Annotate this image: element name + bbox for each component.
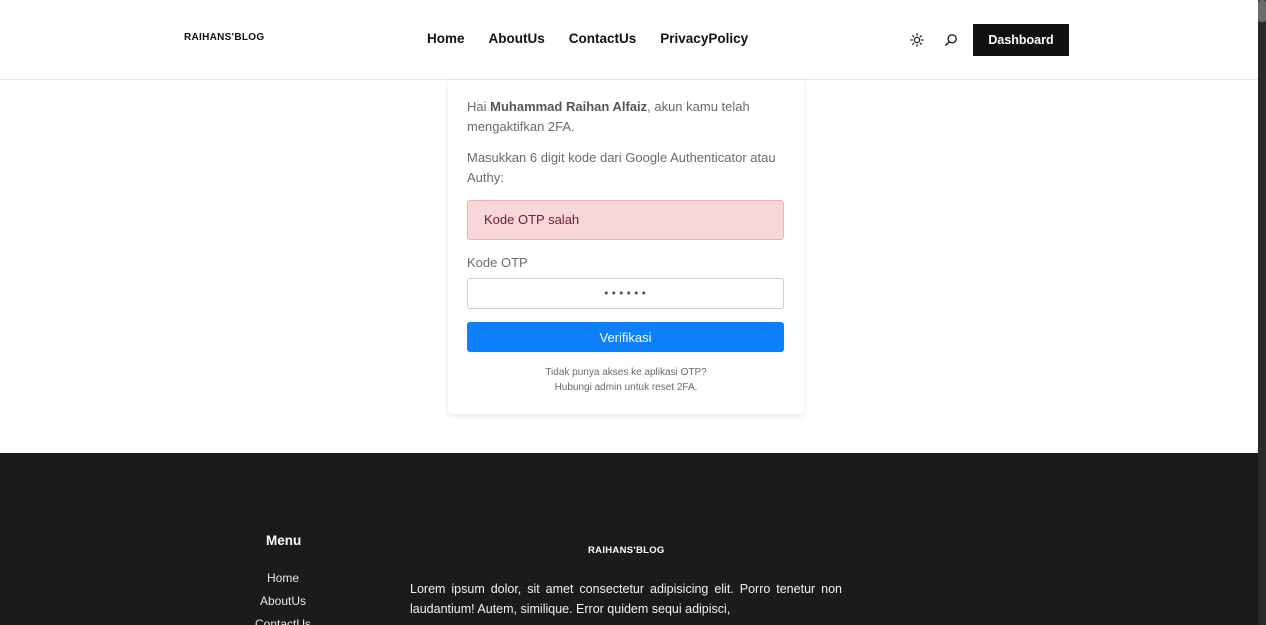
greeting-text: Hai Muhammad Raihan Alfaiz, akun kamu te… [467,99,750,134]
otp-label: Kode OTP [467,255,528,270]
nav-home[interactable]: Home [427,31,465,46]
footer-menu-title: Menu [266,533,302,548]
otp-card: Hai Muhammad Raihan Alfaiz, akun kamu te… [448,80,804,414]
site-logo[interactable]: RAIHANS'BLOG [184,32,264,43]
main-nav: Home AboutUs ContactUs PrivacyPolicy [427,31,748,46]
error-alert: Kode OTP salah [467,200,784,240]
nav-contact-us[interactable]: ContactUs [569,31,637,46]
footer-link-home[interactable]: Home [243,567,323,590]
footer-link-contact-us[interactable]: ContactUs [243,613,323,625]
site-footer: Menu Home AboutUs ContactUs RAIHANS'BLOG… [0,453,1258,625]
site-header: RAIHANS'BLOG Home AboutUs ContactUs Priv… [0,0,1258,80]
otp-input[interactable] [467,278,784,309]
page-scrollbar[interactable] [1258,0,1266,625]
search-icon[interactable] [942,31,960,49]
user-name: Muhammad Raihan Alfaiz [490,99,648,114]
verify-button[interactable]: Verifikasi [467,322,784,352]
footer-logo: RAIHANS'BLOG [588,545,665,556]
sun-icon[interactable] [908,31,926,49]
otp-instruction: Masukkan 6 digit kode dari Google Authen… [467,150,776,185]
nav-about-us[interactable]: AboutUs [489,31,545,46]
footer-menu: Home AboutUs ContactUs [243,567,323,625]
help-text: Tidak punya akses ke aplikasi OTP? Hubun… [545,367,707,393]
nav-privacy-policy[interactable]: PrivacyPolicy [660,31,748,46]
footer-link-about-us[interactable]: AboutUs [243,590,323,613]
dashboard-button[interactable]: Dashboard [973,24,1069,56]
footer-description: Lorem ipsum dolor, sit amet consectetur … [410,582,842,616]
scrollbar-thumb[interactable] [1258,0,1266,22]
